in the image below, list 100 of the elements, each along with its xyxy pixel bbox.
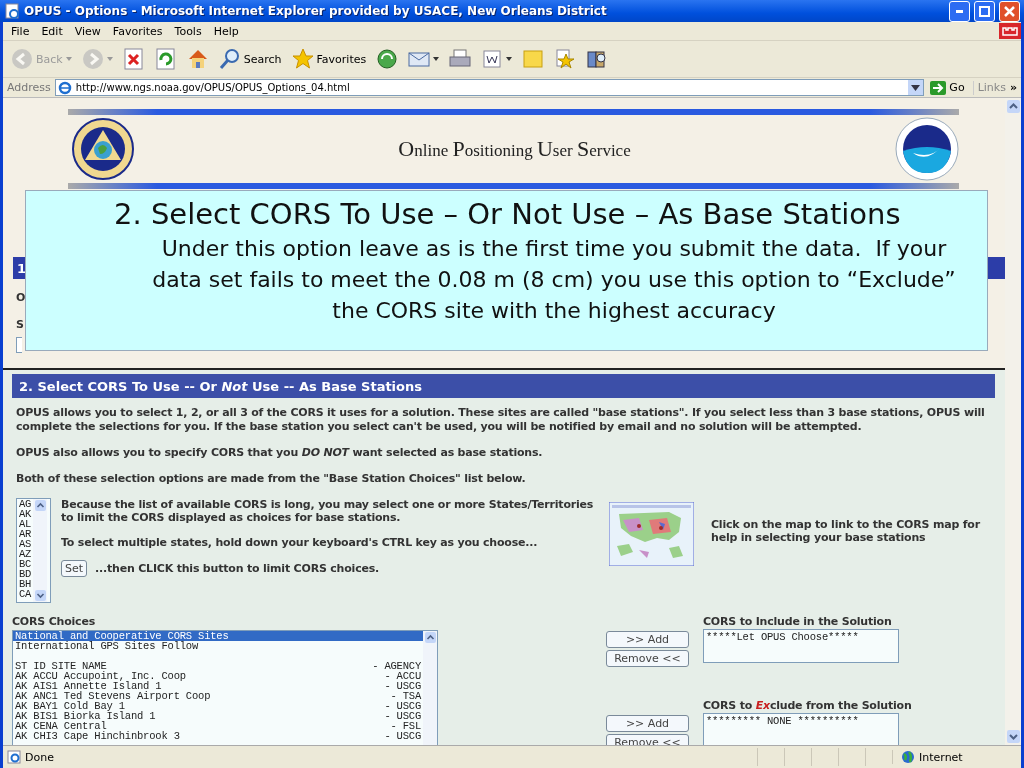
menu-item[interactable]: Edit — [35, 24, 69, 38]
search-icon — [218, 48, 241, 70]
site-title: Online Positioning User Service — [398, 136, 631, 162]
star-icon — [291, 48, 314, 70]
document-icon — [481, 48, 504, 70]
forward-icon — [81, 48, 104, 70]
list-option[interactable]: BD — [17, 569, 34, 579]
favorites-button[interactable]: Favorites — [289, 46, 369, 72]
help-text: To select multiple states, hold down your keyboard's CTRL key as you choose... — [61, 536, 539, 549]
add-button[interactable]: >> Add — [606, 631, 689, 648]
close-icon — [1004, 5, 1015, 17]
list-label: CORS to Include in the Solution — [703, 615, 893, 628]
list-option[interactable]: National and Cooperative CORS Sites — [13, 631, 423, 641]
address-label: Address — [7, 81, 51, 94]
callout-title: 2. Select CORS To Use – Or Not Use – As Base Stations — [114, 197, 901, 231]
set-button[interactable]: Set — [61, 560, 88, 577]
map-caption: Click on the map to link to the CORS map for help in selecting your base stations — [711, 518, 981, 544]
printer-icon — [449, 48, 472, 70]
address-field[interactable]: http://www.ngs.noaa.gov/OPUS/OPUS_Options_04.html — [54, 79, 925, 96]
menu-item[interactable]: Tools — [168, 24, 208, 38]
books-icon — [586, 48, 609, 70]
list-option[interactable]: AK ACCU Accupoint, Inc. Coop — [15, 671, 186, 681]
scroll-up-icon — [424, 632, 436, 643]
page-icon — [7, 750, 21, 764]
paragraph: Both of these selection options are made from the "Base Station Choices" list below. — [16, 472, 527, 486]
refresh-icon — [154, 48, 177, 70]
note-icon — [522, 48, 545, 70]
list-option[interactable]: AK ANC1 Ted Stevens Airport Coop — [15, 691, 211, 701]
survey-seal-icon — [72, 118, 134, 180]
disc-icon — [376, 48, 399, 70]
list-label: CORS to Exclude from the Solution — [703, 699, 912, 712]
list-option[interactable]: AK CHI3 Cape Hinchinbrook 3 — [15, 731, 180, 741]
help-text: Because the list of available CORS is long, you may select one or more States/Territories to limit the CORS displayed as choices for base stations. — [61, 498, 595, 524]
minimize-icon — [956, 9, 963, 13]
agency-text: - TSA — [390, 691, 421, 701]
agency-text: - USCG — [384, 681, 421, 691]
state-list[interactable]: AG AK AL AR AS AZ BC BD BH CA — [16, 498, 51, 603]
list-option[interactable]: AK BAY1 Cold Bay 1 — [15, 701, 125, 711]
star-document-icon — [554, 48, 577, 70]
arrow-icon — [930, 80, 947, 95]
back-icon — [11, 48, 33, 70]
list-option[interactable]: AK CENA Central — [15, 721, 107, 731]
selection-list[interactable]: *****Let OPUS Choose***** — [703, 629, 899, 663]
cors-list[interactable] — [12, 630, 438, 745]
maximize-icon — [979, 5, 990, 17]
stop-icon — [122, 48, 145, 70]
chevron-button[interactable]: » — [1009, 81, 1017, 94]
scroll-up-icon — [34, 500, 46, 511]
list-option[interactable]: AK BIS1 Biorka Island 1 — [15, 711, 156, 721]
globe-icon — [901, 750, 915, 764]
list-option[interactable]: AK — [17, 509, 34, 519]
agency-text: - USCG — [384, 701, 421, 711]
globe-page-icon — [57, 80, 72, 95]
list-option[interactable]: AR — [17, 529, 34, 539]
agency-text: - FSL — [390, 721, 421, 731]
list-label: CORS Choices — [12, 615, 96, 628]
menu-item[interactable]: Help — [207, 24, 245, 38]
status-text: Done — [25, 750, 54, 764]
agency-text: - AGENCY — [372, 661, 421, 671]
window-title: OPUS - Options - Microsoft Internet Explorer provided by USACE, New Orleans District — [24, 4, 608, 18]
add-button[interactable]: >> Add — [606, 715, 689, 732]
bird-seal-icon — [895, 117, 959, 181]
agency-text: - USCG — [384, 731, 421, 741]
list-option[interactable]: AL — [17, 519, 34, 529]
list-option[interactable]: ST ID SITE NAME — [15, 661, 107, 671]
scroll-down-icon — [34, 590, 46, 601]
dropdown-arrow-icon — [911, 84, 921, 91]
option-label: S — [16, 318, 25, 331]
list-option[interactable]: AZ — [17, 549, 34, 559]
list-option[interactable]: AS — [17, 539, 34, 549]
menu-item[interactable]: Favorites — [106, 24, 169, 38]
list-option[interactable]: AK AIS1 Annette Island 1 — [15, 681, 162, 691]
search-button[interactable]: Search — [216, 46, 284, 72]
page-icon — [4, 3, 20, 19]
scroll-up-icon — [1006, 100, 1020, 113]
zone-label: Internet — [919, 750, 963, 764]
agency-text: - ACCU — [384, 671, 421, 681]
scroll-down-icon — [1006, 730, 1020, 743]
list-option[interactable]: BH — [17, 579, 34, 589]
scrollbar[interactable] — [1005, 98, 1021, 745]
option-label: O — [16, 291, 27, 304]
remove-button[interactable]: Remove << — [606, 650, 689, 667]
paragraph: OPUS also allows you to specify CORS that you DO NOT want selected as base stations. — [16, 446, 544, 460]
paragraph: OPUS allows you to select 1, 2, or all 3 of the CORS it uses for a solution. These sites are called "base stations". If you select less than 3 base stations, OPUS will complete the selections for you. If the base station you select can't be used, you will be notified by email and no solution will be attempted. — [16, 406, 986, 434]
section-heading: 2. Select CORS To Use -- Or Not Use -- As Base Stations — [19, 378, 422, 394]
menu-item[interactable]: File — [5, 24, 36, 38]
go-button[interactable]: Go — [928, 80, 974, 95]
list-option[interactable]: AG — [17, 499, 34, 509]
agency-text: - USCG — [384, 711, 421, 721]
list-option[interactable]: BC — [17, 559, 34, 569]
help-text: ...then CLICK this button to limit CORS choices. — [95, 562, 380, 575]
list-option[interactable]: CA — [17, 589, 34, 599]
maximize-button[interactable] — [974, 0, 995, 22]
input-field[interactable] — [16, 337, 22, 353]
menu-item[interactable]: View — [68, 24, 107, 38]
selection-list[interactable]: ********* NONE ********** — [703, 713, 899, 745]
minimize-button[interactable] — [949, 0, 970, 22]
list-option[interactable]: International GPS Sites Follow — [13, 641, 423, 651]
castle-logo-icon — [999, 23, 1021, 39]
close-button[interactable] — [999, 0, 1020, 22]
